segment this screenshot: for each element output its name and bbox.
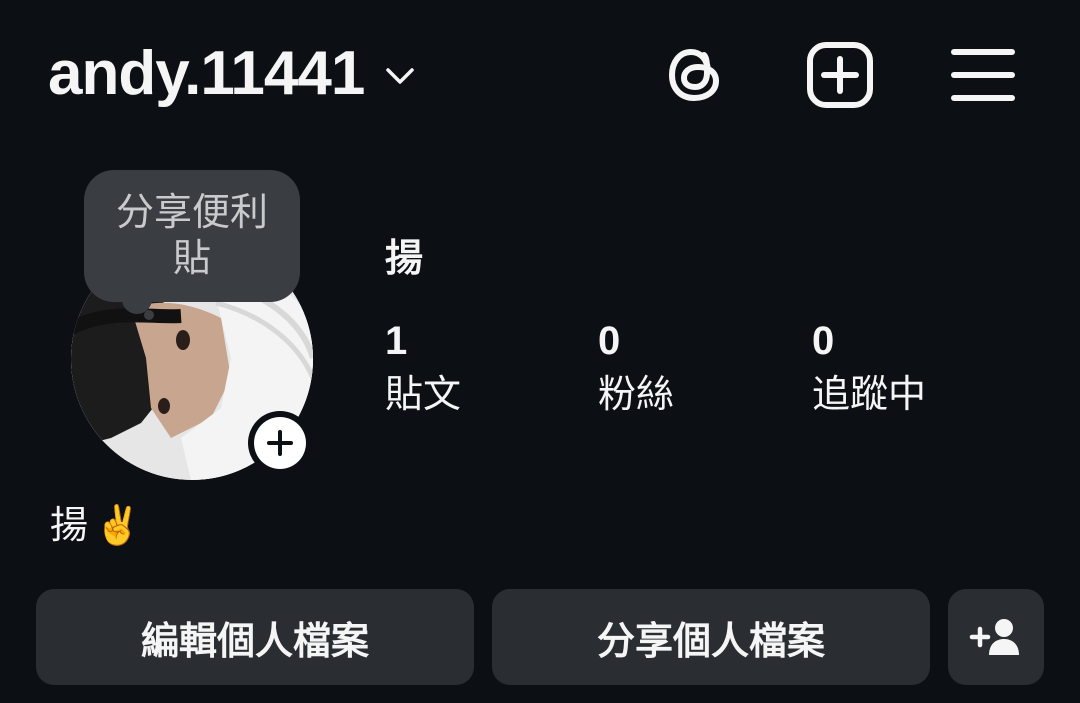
- discover-people-button[interactable]: [948, 589, 1044, 685]
- note-text-line-1: 分享便利: [115, 192, 268, 234]
- chevron-down-icon: [386, 68, 415, 84]
- note-bubble[interactable]: 分享便利 貼: [84, 170, 300, 302]
- threads-button[interactable]: [660, 40, 730, 110]
- bio: 揚 ✌️: [50, 503, 141, 549]
- menu-button[interactable]: [948, 40, 1018, 110]
- username: andy.11441: [48, 39, 365, 108]
- add-story-circle: [254, 417, 306, 469]
- note-text-line-2: 貼: [172, 238, 211, 280]
- following-label: 追蹤中: [812, 374, 927, 416]
- posts-count: 1: [385, 319, 408, 363]
- add-square-icon: [807, 42, 873, 108]
- account-switcher[interactable]: andy.11441: [48, 38, 418, 110]
- threads-icon: [668, 48, 720, 102]
- note-bubble-dot: [144, 310, 154, 320]
- add-story-button[interactable]: [248, 411, 312, 475]
- share-profile-label: 分享個人檔案: [596, 620, 825, 663]
- followers-count: 0: [598, 319, 621, 363]
- edit-profile-button[interactable]: 編輯個人檔案: [36, 589, 474, 685]
- add-user-icon: [969, 619, 1019, 655]
- plus-icon: [267, 430, 293, 456]
- share-profile-button[interactable]: 分享個人檔案: [492, 589, 930, 685]
- display-name: 揚: [385, 238, 424, 280]
- profile-screen: andy.11441 分享便利 貼 揚 1 貼文 0 粉絲 0 追蹤中 揚 ✌️…: [0, 0, 1080, 703]
- victory-hand-emoji: ✌️: [94, 505, 142, 547]
- edit-profile-label: 編輯個人檔案: [140, 620, 369, 663]
- following-stat[interactable]: 0 追蹤中: [812, 318, 926, 420]
- menu-icon: [951, 49, 1015, 101]
- posts-stat[interactable]: 1 貼文: [385, 318, 461, 420]
- following-count: 0: [812, 319, 835, 363]
- new-post-button[interactable]: [805, 40, 875, 110]
- followers-stat[interactable]: 0 粉絲: [598, 318, 674, 420]
- bio-text: 揚: [50, 505, 89, 547]
- followers-label: 粉絲: [598, 374, 675, 416]
- posts-label: 貼文: [385, 374, 462, 416]
